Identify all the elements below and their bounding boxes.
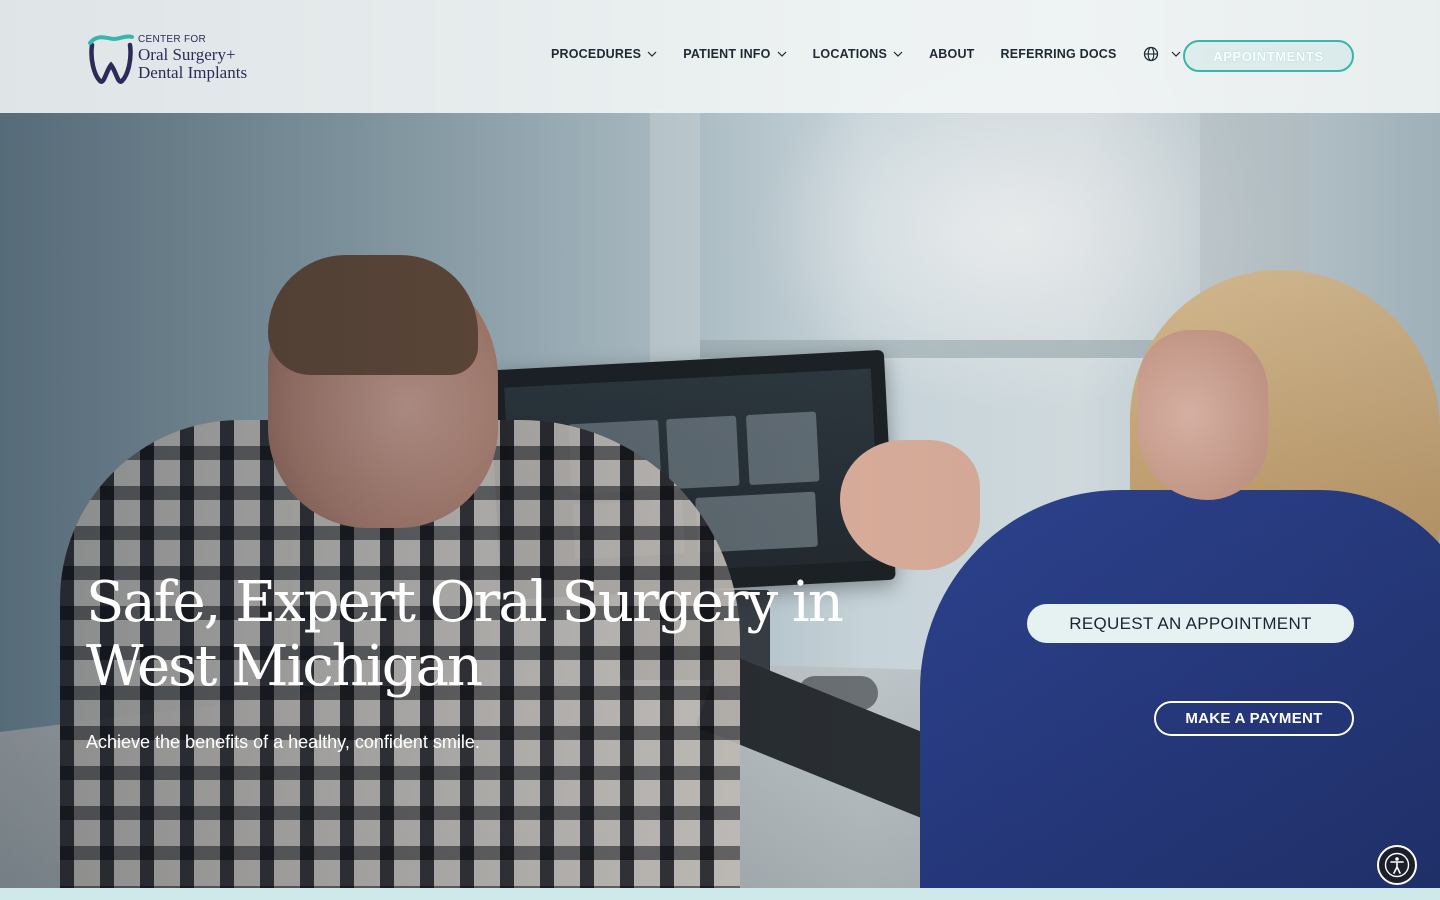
hero-background-image xyxy=(0,0,1440,888)
accessibility-button[interactable] xyxy=(1377,845,1417,885)
globe-icon xyxy=(1143,46,1158,62)
nav-procedures[interactable]: PROCEDURES xyxy=(551,47,657,61)
nav-locations-label: LOCATIONS xyxy=(812,47,888,61)
nav-referring-docs-label: REFERRING DOCS xyxy=(1000,47,1117,61)
accessibility-icon xyxy=(1384,852,1410,878)
nav-locations[interactable]: LOCATIONS xyxy=(813,47,903,61)
language-selector[interactable] xyxy=(1143,46,1181,62)
hero-headline: Safe, Expert Oral Surgery in West Michig… xyxy=(86,570,844,699)
appointments-button[interactable]: APPOINTMENTS xyxy=(1183,40,1354,72)
nav-about-label: ABOUT xyxy=(929,47,975,61)
chevron-down-icon xyxy=(893,51,903,57)
make-payment-button[interactable]: MAKE A PAYMENT xyxy=(1154,701,1354,736)
nav-about[interactable]: ABOUT xyxy=(929,47,974,61)
main-nav: PROCEDURES PATIENT INFO LOCATIONS ABOUT … xyxy=(551,46,1209,62)
request-appointment-button[interactable]: REQUEST AN APPOINTMENT xyxy=(1027,604,1354,643)
logo-line-1: CENTER FOR xyxy=(138,34,206,45)
chevron-down-icon xyxy=(647,51,657,57)
nav-referring-docs[interactable]: REFERRING DOCS xyxy=(1001,47,1117,61)
tooth-logo-icon xyxy=(88,34,134,84)
site-logo[interactable]: CENTER FOR Oral Surgery+ Dental Implants xyxy=(86,30,266,86)
chevron-down-icon xyxy=(777,51,787,57)
site-header: CENTER FOR Oral Surgery+ Dental Implants… xyxy=(0,0,1440,113)
section-divider-strip xyxy=(0,888,1440,900)
logo-line-3: Dental Implants xyxy=(138,63,248,82)
logo-line-2: Oral Surgery+ xyxy=(138,45,236,64)
nav-patient-info-label: PATIENT INFO xyxy=(683,47,771,61)
nav-procedures-label: PROCEDURES xyxy=(551,47,642,61)
nav-patient-info[interactable]: PATIENT INFO xyxy=(683,47,787,61)
hero-subheadline: Achieve the benefits of a healthy, confi… xyxy=(86,732,480,752)
chevron-down-icon xyxy=(1171,51,1180,57)
